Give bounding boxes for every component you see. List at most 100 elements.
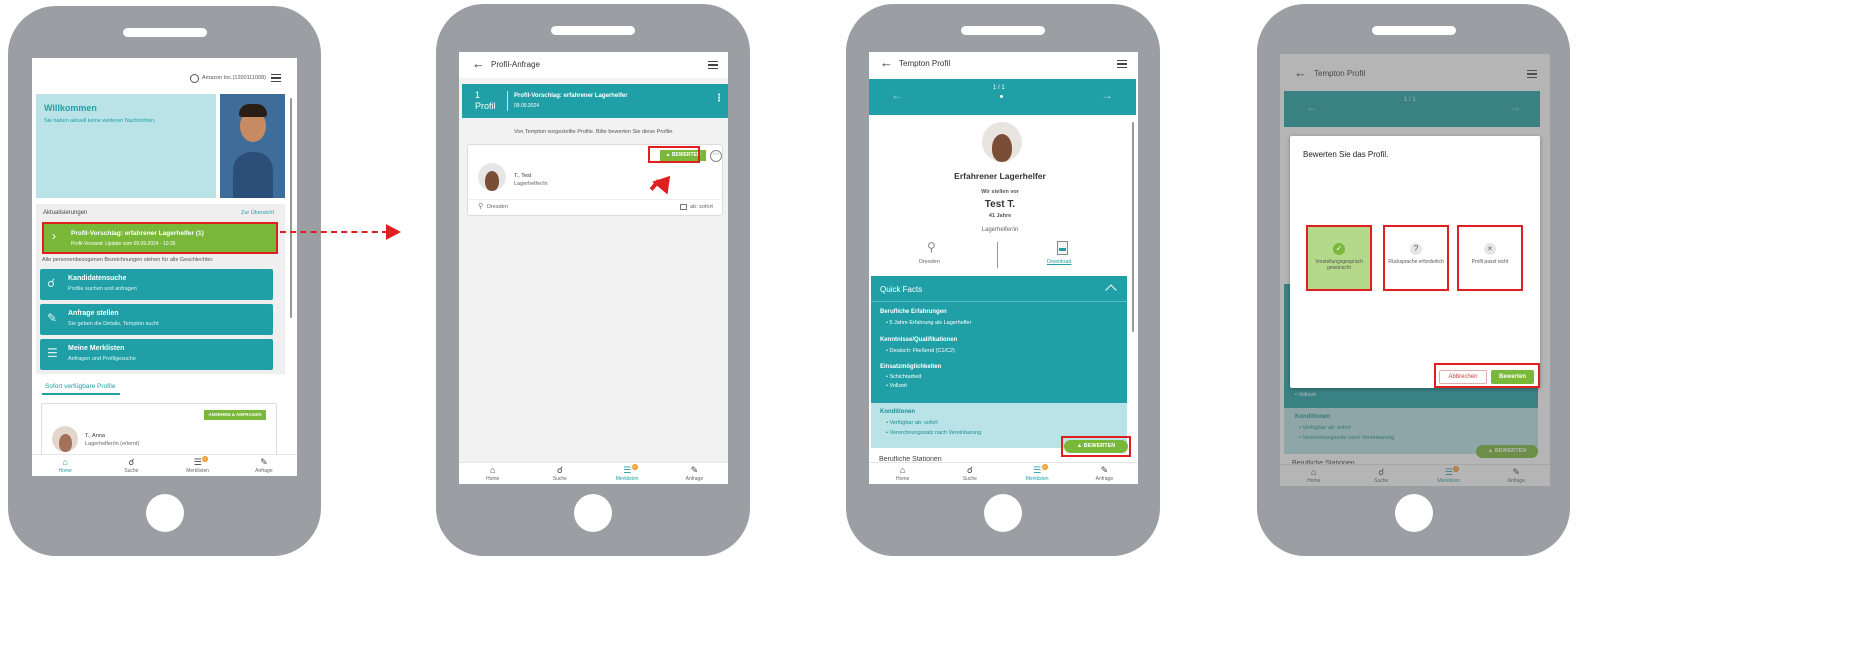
tile-subtitle: Anfragen und Profilgesuche <box>68 356 136 362</box>
edit-icon: ✎ <box>260 457 268 467</box>
search-icon: ☌ <box>556 465 563 475</box>
candidate-role: Lagerhelfer/in <box>981 227 1019 233</box>
phone-home-button[interactable] <box>984 494 1022 532</box>
nav-request[interactable]: ✎ Anfrage <box>1071 463 1138 484</box>
request-title: Profil-Vorschlag: erfahrener Lagerhelfer <box>514 93 628 99</box>
account-name[interactable]: Amazon Inc.(1200111008) <box>202 75 266 81</box>
phone-home-button[interactable] <box>574 494 612 532</box>
nav-watchlists[interactable]: ☰ 0 Merklisten <box>594 463 661 484</box>
highlight-rate-button <box>648 146 700 163</box>
card-divider <box>468 199 724 200</box>
gender-note: Alle personenbezogenen Bezeichnungen ste… <box>42 257 214 263</box>
phone-home-button[interactable] <box>1394 494 1433 532</box>
nav-watchlists[interactable]: ☰ 0 Merklisten <box>1004 463 1071 484</box>
search-icon: ☌ <box>47 276 56 290</box>
highlight-rate-button <box>1061 436 1131 457</box>
option-not-suitable[interactable]: × Profil passt nicht <box>1457 225 1523 291</box>
nav-request[interactable]: ✎ Anfrage <box>661 463 728 484</box>
overview-link[interactable]: Zur Übersicht <box>241 210 274 216</box>
more-vertical-icon[interactable]: ⋮ <box>714 94 724 104</box>
tile-watchlists[interactable]: ☰ Meine Merklisten Anfragen und Profilge… <box>40 339 273 370</box>
nav-home[interactable]: ⌂ Home <box>459 463 526 484</box>
nav-home[interactable]: ⌂ Home <box>32 455 98 476</box>
edit-icon: ✎ <box>1100 465 1109 475</box>
flow-arrow-head <box>386 224 401 240</box>
list-item: • Verfügbar ab: sofort <box>886 420 938 426</box>
page-title: Tempton Profil <box>899 59 951 68</box>
back-arrow-icon[interactable]: ← <box>880 56 893 69</box>
home-icon: ⌂ <box>489 465 496 475</box>
phone-speaker <box>551 26 635 35</box>
updates-label: Aktualisierungen <box>43 210 88 216</box>
more-horizontal-icon[interactable]: ⋯ <box>710 150 722 162</box>
tile-candidate-search[interactable]: ☌ Kandidatensuche Profile suchen und anf… <box>40 269 273 300</box>
list-item-text: Schichtarbeit <box>889 374 922 380</box>
download-link[interactable]: Download <box>1047 259 1071 265</box>
menu-icon[interactable] <box>271 74 281 82</box>
prev-arrow-icon[interactable]: ← <box>891 89 903 101</box>
request-header[interactable]: 1 Profil Profil-Vorschlag: erfahrener La… <box>462 84 728 118</box>
rating-dialog: Bewerten Sie das Profil. ✓ Vorstellungsg… <box>1290 136 1540 388</box>
screen-home: Amazon Inc.(1200111008) Willkommen Sie h… <box>32 58 297 476</box>
location-text: Dresden <box>919 259 940 265</box>
location-pin-icon: ⚲ <box>927 240 936 254</box>
option-label: Vorstellungsgespräch gewünscht <box>1315 259 1363 271</box>
nav-label: Home <box>485 476 500 482</box>
tab-underline <box>42 393 120 395</box>
nav-label: Anfrage <box>255 468 273 474</box>
nav-home[interactable]: ⌂ Home <box>869 463 936 484</box>
option-consultation[interactable]: ? Rücksprache erforderlich <box>1383 225 1449 291</box>
tile-title: Kandidatensuche <box>68 275 127 282</box>
menu-icon[interactable] <box>1117 60 1127 68</box>
profile-count-label: Profil <box>475 101 496 111</box>
scrollbar[interactable] <box>1132 122 1134 332</box>
nav-search[interactable]: ☌ Suche <box>526 463 593 484</box>
nav-search[interactable]: ☌ Suche <box>98 455 164 476</box>
back-arrow-icon[interactable]: ← <box>472 57 485 70</box>
next-arrow-icon[interactable]: → <box>1101 89 1113 101</box>
menu-icon[interactable] <box>708 61 718 69</box>
nav-label: Merklisten <box>615 476 639 482</box>
presenting-label: Wir stellen vor <box>981 189 1019 195</box>
pager-dot <box>1000 95 1003 98</box>
tile-subtitle: Profile suchen und anfragen <box>68 286 137 292</box>
account-icon[interactable] <box>190 74 199 83</box>
home-icon: ⌂ <box>899 465 906 475</box>
document-icon[interactable] <box>1057 241 1068 255</box>
list-icon: ☰ <box>623 465 632 475</box>
availability-text: ab: sofort <box>690 204 713 210</box>
welcome-panel: Willkommen Sie haben aktuell keine weite… <box>36 94 216 198</box>
request-date: 09.09.2024 <box>514 103 540 109</box>
nav-watchlists[interactable]: ☰ 0 Merklisten <box>165 455 231 476</box>
pager-text: 1 / 1 <box>993 85 1005 91</box>
location-text: Dresden <box>487 204 508 210</box>
chevron-up-icon[interactable] <box>1105 284 1117 296</box>
watchlist-badge: 0 <box>631 464 638 470</box>
header-divider <box>507 91 508 111</box>
section-heading: Kenntnisse/Qualifikationen <box>880 337 958 343</box>
calendar-icon <box>680 204 687 210</box>
request-button[interactable]: ANSEHEN & ANFRAGEN <box>204 410 266 420</box>
nav-label: Merklisten <box>1025 476 1049 482</box>
bottom-nav: ⌂ Home ☌ Suche ☰ 0 Merklisten ✎ Anfrage <box>32 454 297 476</box>
available-profiles-tab[interactable]: Sofort verfügbare Profile <box>45 383 115 390</box>
quick-facts-divider <box>871 301 1127 302</box>
list-item-text: Vollzeit <box>889 383 907 389</box>
dialog-title: Bewerten Sie das Profil. <box>1303 150 1389 159</box>
list-icon: ☰ <box>1033 465 1042 475</box>
nav-search[interactable]: ☌ Suche <box>936 463 1003 484</box>
welcome-photo <box>220 94 285 198</box>
quick-facts-title: Quick Facts <box>880 285 923 294</box>
welcome-text: Sie haben aktuell keine weiteren Nachric… <box>44 118 156 124</box>
scrollbar[interactable] <box>290 98 292 318</box>
nav-request[interactable]: ✎ Anfrage <box>231 455 297 476</box>
intro-text: Von Tempton vorgestellte Profile. Bitte … <box>514 129 674 135</box>
phone-speaker <box>122 28 207 37</box>
phone-home-button[interactable] <box>145 494 184 532</box>
list-item-text: Verrechnungssatz nach Vereinbarung <box>889 430 982 436</box>
profile-role: Lagerhelfer/in (erlernt) <box>85 441 140 447</box>
tile-create-request[interactable]: ✎ Anfrage stellen Sie geben die Details,… <box>40 304 273 335</box>
nav-label: Merklisten <box>186 468 210 474</box>
option-interview[interactable]: ✓ Vorstellungsgespräch gewünscht <box>1306 225 1372 291</box>
phone-speaker <box>961 26 1045 35</box>
